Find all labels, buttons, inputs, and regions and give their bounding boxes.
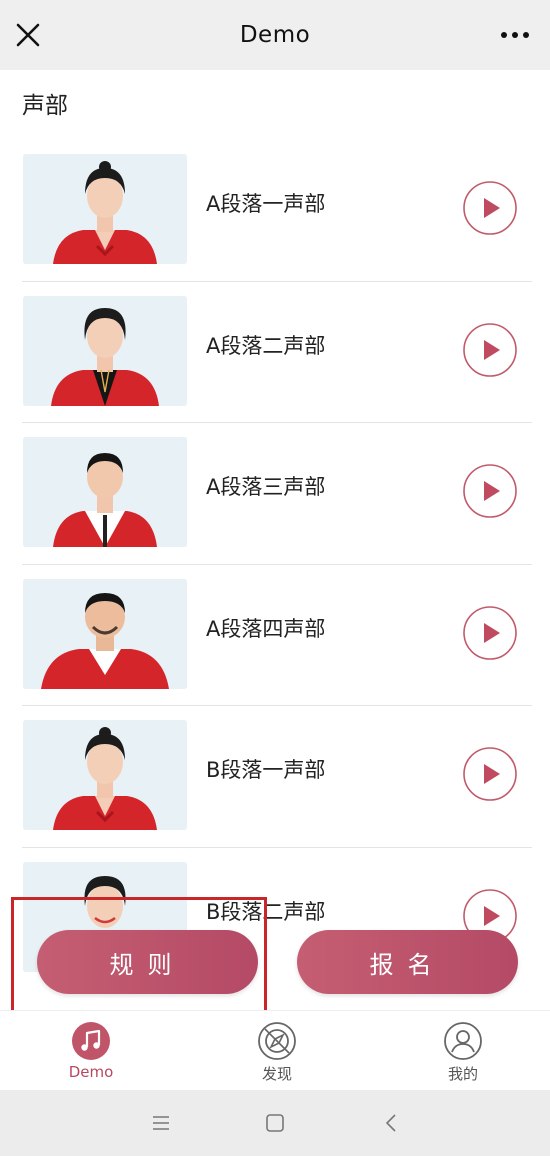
list-item[interactable]: A段落二声部 (0, 282, 550, 423)
portrait-thumbnail (23, 295, 187, 406)
item-label: A段落二声部 (206, 333, 326, 358)
play-icon[interactable] (462, 746, 518, 802)
signup-button[interactable]: 报名 (297, 930, 518, 994)
item-label: B段落一声部 (206, 758, 326, 782)
more-options-icon[interactable] (500, 28, 530, 42)
tab-discover[interactable]: 发现 (227, 1021, 327, 1084)
item-label: A段落一声部 (206, 192, 326, 216)
item-label: B段落二声部 (206, 899, 326, 924)
play-icon[interactable] (462, 605, 518, 661)
page-title: Demo (239, 22, 311, 48)
voice-part-list: A段落一声部 A段落二声部 A段落三声部 A段落四声部 B段落一声部 B段落二声… (0, 140, 550, 989)
tab-demo[interactable]: Demo (41, 1021, 141, 1081)
top-bar: Demo (0, 0, 550, 70)
portrait-thumbnail (23, 437, 187, 547)
list-item[interactable]: A段落四声部 (0, 565, 550, 706)
music-note-icon (72, 1022, 110, 1060)
rules-button[interactable]: 规则 (37, 930, 258, 994)
item-label: A段落三声部 (206, 475, 326, 499)
portrait-thumbnail (23, 578, 187, 689)
compass-icon (258, 1022, 296, 1060)
tab-me[interactable]: 我的 (413, 1021, 513, 1084)
bottom-tab-bar: Demo 发现 我的 (0, 1010, 550, 1090)
close-icon[interactable] (14, 21, 42, 49)
user-icon (444, 1022, 482, 1060)
portrait-thumbnail (23, 720, 187, 830)
play-icon[interactable] (462, 463, 518, 519)
menu-icon[interactable] (149, 1112, 173, 1134)
tab-label: 我的 (447, 1065, 478, 1083)
tab-label: Demo (68, 1063, 114, 1081)
system-nav-bar (0, 1090, 550, 1156)
tab-label: 发现 (261, 1065, 292, 1083)
list-item[interactable]: A段落三声部 (0, 423, 550, 565)
home-icon[interactable] (263, 1112, 287, 1134)
item-label: A段落四声部 (206, 616, 326, 641)
portrait-thumbnail (23, 154, 187, 264)
list-item[interactable]: B段落一声部 (0, 706, 550, 848)
play-icon[interactable] (462, 180, 518, 236)
play-icon[interactable] (462, 322, 518, 378)
section-title: 声部 (22, 93, 68, 119)
list-item[interactable]: A段落一声部 (0, 140, 550, 282)
back-icon[interactable] (380, 1112, 404, 1134)
